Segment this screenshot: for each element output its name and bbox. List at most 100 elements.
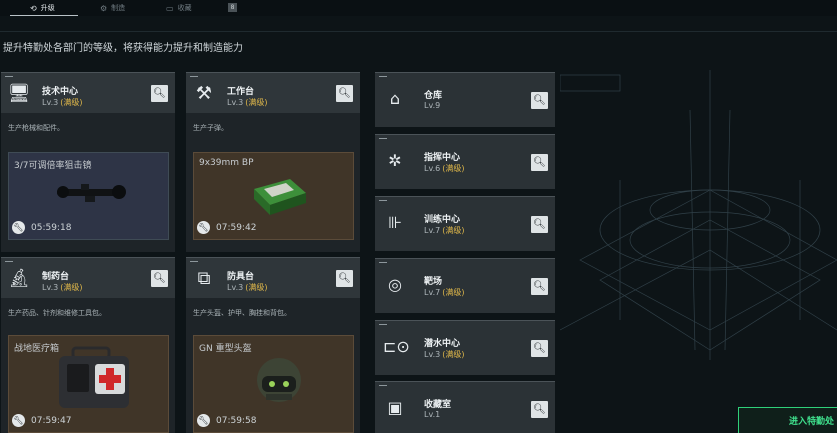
department-name: 指挥中心 [424,153,461,163]
search-icon: 🔍︎ [153,88,166,99]
level-value: Lv.7 [424,226,441,235]
department-level: Lv.1 [424,410,442,419]
divider [0,31,837,32]
search-icon: 🔍︎ [338,273,351,284]
header-tick [379,385,387,386]
search-icon: 🔍︎ [533,157,546,168]
wrench-icon: 🔧︎ [197,414,210,427]
search-button[interactable]: 🔍︎ [336,85,353,102]
max-level-tag: (满级) [442,350,465,359]
max-level-tag: (满级) [60,283,83,292]
level-value: Lv.3 [424,350,441,359]
level-value: Lv.1 [424,410,441,419]
level-value: Lv.3 [227,98,244,107]
dumbbell-icon: ⊪ [388,213,402,232]
max-level-tag: (满级) [442,226,465,235]
tab-label: 收藏 [177,4,192,12]
department-level: Lv.3 (满级) [424,349,464,360]
search-button[interactable]: 🔍︎ [531,92,548,109]
enter-special-ops-button[interactable]: 进入特勤处 [738,407,837,433]
search-button[interactable]: 🔍︎ [336,270,353,287]
production-timer: 🔧︎ 05:59:18 [12,221,71,234]
department-description: 生产枪械和配件。 [8,124,64,132]
scope-image [57,184,126,202]
department-name: 仓库 [424,91,443,101]
microscope-icon: 🔬︎ [7,268,31,289]
search-button[interactable]: 🔍︎ [151,270,168,287]
search-button[interactable]: 🔍︎ [531,340,548,357]
max-level-tag: (满级) [60,98,83,107]
ammo-box-image [254,179,306,215]
department-row-collection[interactable]: ▣ 收藏室 Lv.1 🔍︎ [375,381,555,433]
department-level: Lv.6 (满级) [424,163,464,174]
department-card-workbench[interactable]: ⚒ 工作台 Lv.3 (满级) 🔍︎ 生产子弹。 9x39mm BP 🔧︎ 07:… [186,72,360,252]
search-button[interactable]: 🔍︎ [151,85,168,102]
product-name: 9x39mm BP [199,158,254,168]
tab-collect[interactable]: ▭ 收藏 [166,0,192,16]
department-row-diving[interactable]: ⊏⊙ 潜水中心 Lv.3 (满级) 🔍︎ [375,320,555,375]
tab-label: 制造 [111,4,126,12]
department-name: 防具台 [227,272,255,282]
helmet-image [257,358,301,402]
production-slot[interactable]: 3/7可调倍率狙击镜 🔧︎ 05:59:18 [8,152,169,240]
department-row-command[interactable]: ✲ 指挥中心 Lv.6 (满级) 🔍︎ [375,134,555,189]
production-slot[interactable]: GN 重型头盔 🔧︎ 07:59:58 [193,335,354,433]
tab-craft[interactable]: ⚙ 制造 [100,0,125,16]
department-name: 靶场 [424,277,443,287]
card-header: 🔬︎ 制药台 Lv.3 (满级) 🔍︎ [1,257,175,298]
production-slot[interactable]: 9x39mm BP 🔧︎ 07:59:42 [193,152,354,240]
header-tick [190,261,198,262]
search-icon: 🔍︎ [533,343,546,354]
department-name: 工作台 [227,87,255,97]
timer-value: 07:59:42 [216,222,257,233]
department-row-warehouse[interactable]: ⌂ 仓库 Lv.9 🔍︎ [375,72,555,127]
level-value: Lv.3 [227,283,244,292]
department-level: Lv.3 (满级) [227,282,267,293]
search-icon: 🔍︎ [533,281,546,292]
timer-value: 07:59:47 [31,415,72,426]
timer-value: 07:59:58 [216,415,257,426]
department-row-training[interactable]: ⊪ 训练中心 Lv.7 (满级) 🔍︎ [375,196,555,251]
department-card-tech[interactable]: 🖥 技术中心 Lv.3 (满级) 🔍︎ 生产枪械和配件。 3/7可调倍率狙击镜 🔧… [1,72,175,252]
max-level-tag: (满级) [245,283,268,292]
search-icon: 🔍︎ [533,95,546,106]
collection-icon: ▣ [387,398,403,417]
search-button[interactable]: 🔍︎ [531,216,548,233]
department-level: Lv.9 [424,101,442,110]
collect-icon: ▭ [166,3,174,13]
search-button[interactable]: 🔍︎ [531,278,548,295]
facility-wireframe-art [560,70,837,360]
department-level: Lv.3 (满级) [42,282,82,293]
level-value: Lv.3 [42,283,59,292]
production-timer: 🔧︎ 07:59:58 [197,414,256,427]
upgrade-icon: ⟲ [30,3,37,13]
production-timer: 🔧︎ 07:59:47 [12,414,71,427]
production-timer: 🔧︎ 07:59:42 [197,221,256,234]
timer-value: 05:59:18 [31,222,72,233]
diving-icon: ⊏⊙ [383,337,410,356]
department-name: 制药台 [42,272,70,282]
header-tick [5,76,13,77]
department-card-armor[interactable]: ⧉ 防具台 Lv.3 (满级) 🔍︎ 生产头盔、护甲、胸挂和背包。 GN 重型头盔… [186,257,360,433]
department-level: Lv.7 (满级) [424,225,464,236]
max-level-tag: (满级) [442,288,465,297]
wrench-icon: 🔧︎ [12,221,25,234]
search-icon: 🔍︎ [338,88,351,99]
search-icon: 🔍︎ [533,219,546,230]
header-tick [379,138,387,139]
search-button[interactable]: 🔍︎ [531,401,548,418]
header-tick [379,200,387,201]
tools-icon: ⚒ [195,83,213,104]
max-level-tag: (满级) [245,98,268,107]
level-value: Lv.3 [42,98,59,107]
top-tab-bar: ⟲ 升级 ⚙ 制造 ▭ 收藏 8 [0,0,837,16]
production-slot[interactable]: 战地医疗箱 🔧︎ 07:59:47 [8,335,169,433]
tab-upgrade[interactable]: ⟲ 升级 [30,0,55,16]
department-row-range[interactable]: ◎ 靶场 Lv.7 (满级) 🔍︎ [375,258,555,313]
department-name: 训练中心 [424,215,461,225]
department-level: Lv.3 (满级) [227,97,267,108]
product-name: 3/7可调倍率狙击镜 [14,161,92,171]
department-card-pharmacy[interactable]: 🔬︎ 制药台 Lv.3 (满级) 🔍︎ 生产药品、针剂和维修工具包。 战地医疗箱 … [1,257,175,433]
search-icon: 🔍︎ [153,273,166,284]
search-button[interactable]: 🔍︎ [531,154,548,171]
